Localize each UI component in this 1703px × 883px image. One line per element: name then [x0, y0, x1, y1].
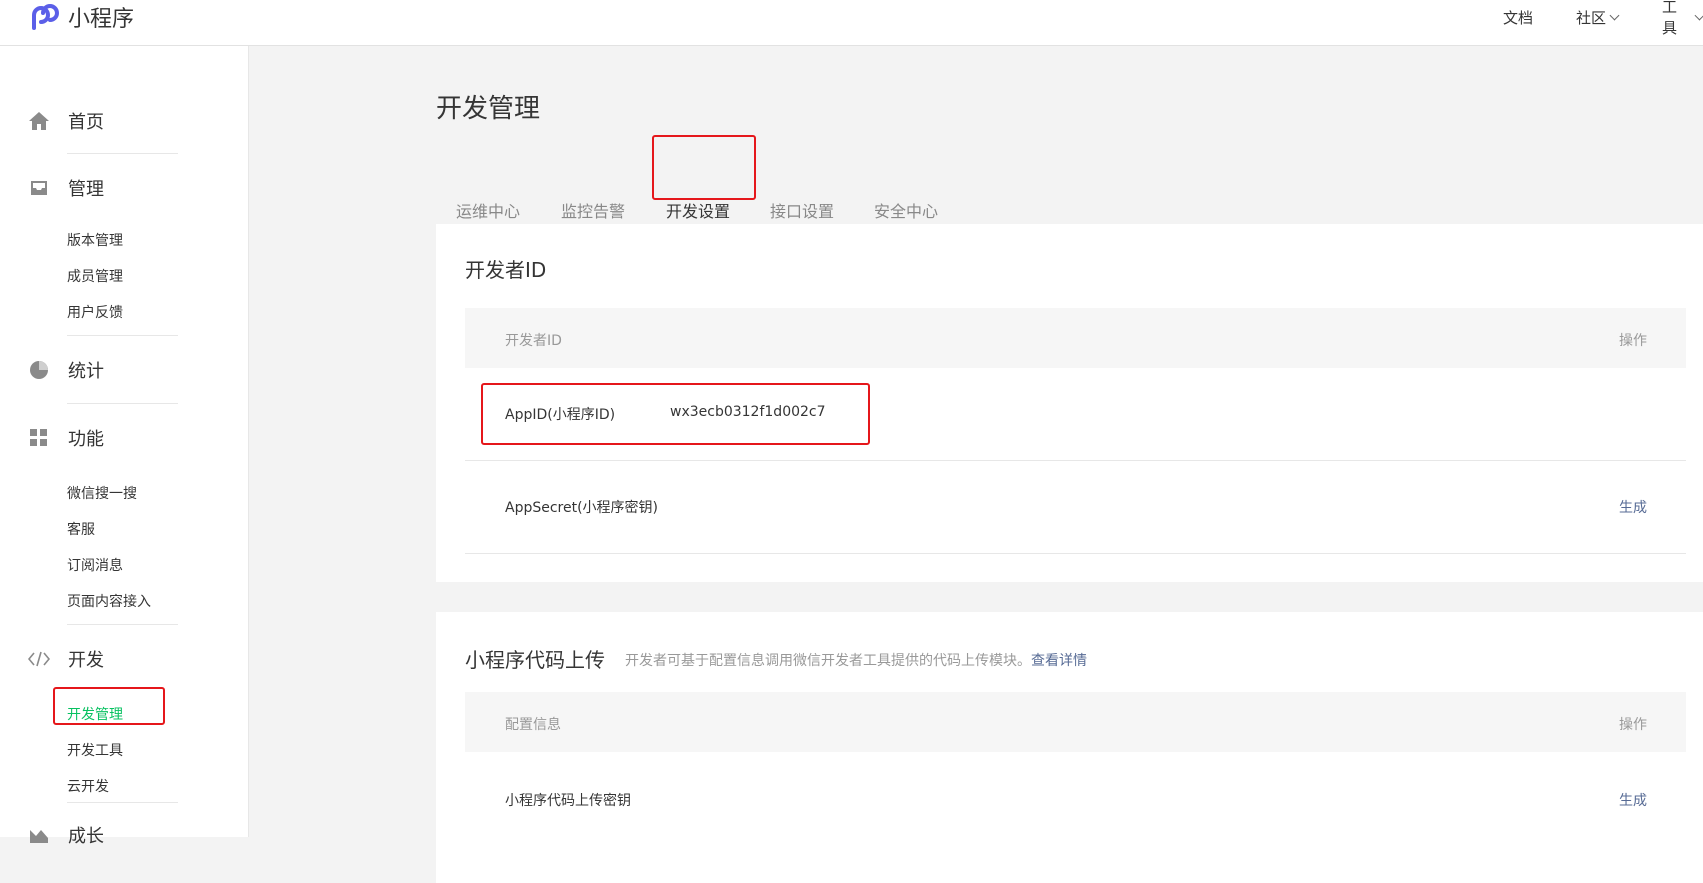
- nav-docs[interactable]: 文档: [1503, 0, 1533, 34]
- divider: [67, 802, 178, 803]
- highlight-box: [481, 383, 870, 445]
- upload-key-label: 小程序代码上传密钥: [505, 793, 631, 809]
- page-title: 开发管理: [436, 94, 541, 124]
- sidebar-item-subscription[interactable]: 订阅消息: [67, 555, 123, 575]
- tab-api-settings[interactable]: 接口设置: [770, 198, 834, 222]
- generate-secret-button[interactable]: 生成: [1619, 497, 1647, 517]
- sidebar-section-features[interactable]: 功能: [28, 425, 104, 451]
- sidebar-section-label: 开发: [68, 650, 104, 671]
- upload-hint-text: 开发者可基于配置信息调用微信开发者工具提供的代码上传模块。: [625, 653, 1031, 669]
- sidebar-item-page-content[interactable]: 页面内容接入: [67, 591, 151, 611]
- dev-id-card: 开发者ID 开发者ID 操作 AppID(小程序ID) wx3ecb0312f1…: [436, 224, 1703, 582]
- view-details-link[interactable]: 查看详情: [1031, 653, 1087, 669]
- main-content: 开发管理 运维中心 监控告警 开发设置 接口设置 安全中心 开发者ID 开发者I…: [249, 46, 1703, 883]
- table-header: 开发者ID 操作: [465, 308, 1686, 368]
- column-header-action: 操作: [1619, 717, 1647, 733]
- growth-icon: [28, 824, 50, 846]
- row-divider: [465, 460, 1686, 461]
- column-header-name: 开发者ID: [505, 333, 562, 349]
- grid-icon: [28, 427, 50, 449]
- sidebar-section-manage[interactable]: 管理: [28, 175, 104, 201]
- tab-ops-center[interactable]: 运维中心: [456, 198, 520, 222]
- home-icon: [28, 110, 50, 132]
- chevron-down-icon: [1694, 10, 1703, 20]
- appsecret-label: AppSecret(小程序密钥): [505, 500, 659, 516]
- nav-community[interactable]: 社区: [1576, 0, 1620, 34]
- sidebar-section-develop[interactable]: 开发: [28, 646, 104, 672]
- top-bar: 小程序 文档 社区 工具: [0, 0, 1703, 46]
- inbox-icon: [28, 177, 50, 199]
- row-divider: [465, 553, 1686, 554]
- nav-tools[interactable]: 工具: [1662, 0, 1703, 37]
- mini-program-logo-icon: [30, 2, 60, 32]
- sidebar-item-home[interactable]: 首页: [28, 108, 104, 134]
- highlight-box: [652, 135, 756, 200]
- sidebar-item-label: 统计: [68, 361, 104, 382]
- highlight-box: [53, 687, 165, 725]
- divider: [67, 403, 178, 404]
- sidebar-item-stats[interactable]: 统计: [28, 357, 104, 383]
- sidebar-section-label: 管理: [68, 179, 104, 200]
- logo[interactable]: 小程序: [30, 0, 134, 34]
- tab-monitoring[interactable]: 监控告警: [561, 198, 625, 222]
- code-icon: [28, 648, 50, 670]
- chevron-down-icon: [1609, 10, 1620, 20]
- divider: [67, 624, 178, 625]
- sidebar-item-feedback[interactable]: 用户反馈: [67, 302, 123, 322]
- sidebar-item-cloud-dev[interactable]: 云开发: [67, 776, 109, 796]
- sidebar-item-version[interactable]: 版本管理: [67, 230, 123, 250]
- sidebar-section-label: 功能: [68, 429, 104, 450]
- sidebar-item-customer-service[interactable]: 客服: [67, 519, 95, 539]
- sidebar-item-growth[interactable]: 成长: [28, 822, 104, 848]
- upload-hint: 开发者可基于配置信息调用微信开发者工具提供的代码上传模块。查看详情: [625, 650, 1087, 670]
- column-header-action: 操作: [1619, 333, 1647, 349]
- card-title: 小程序代码上传: [465, 648, 605, 672]
- generate-upload-key-button[interactable]: 生成: [1619, 790, 1647, 810]
- sidebar-item-dev-tools[interactable]: 开发工具: [67, 740, 123, 760]
- sidebar: 首页 管理 版本管理 成员管理 用户反馈 统计 功能 微信搜一搜 客服 订阅消息…: [0, 46, 249, 847]
- code-upload-card: 小程序代码上传 开发者可基于配置信息调用微信开发者工具提供的代码上传模块。查看详…: [436, 612, 1703, 883]
- sidebar-item-label: 成长: [68, 826, 104, 847]
- brand-name: 小程序: [68, 7, 135, 32]
- divider: [67, 335, 178, 336]
- pie-chart-icon: [28, 359, 50, 381]
- tab-dev-settings[interactable]: 开发设置: [666, 198, 730, 222]
- column-header-config: 配置信息: [505, 717, 561, 733]
- table-header: 配置信息 操作: [465, 692, 1686, 752]
- nav-tools-label: 工具: [1662, 0, 1678, 37]
- sidebar-item-wechat-search[interactable]: 微信搜一搜: [67, 483, 137, 503]
- divider: [67, 153, 178, 154]
- tab-security-center[interactable]: 安全中心: [874, 198, 938, 222]
- sidebar-item-label: 首页: [68, 112, 104, 133]
- card-title: 开发者ID: [465, 258, 547, 282]
- nav-community-label: 社区: [1576, 8, 1607, 27]
- sidebar-item-members[interactable]: 成员管理: [67, 266, 123, 286]
